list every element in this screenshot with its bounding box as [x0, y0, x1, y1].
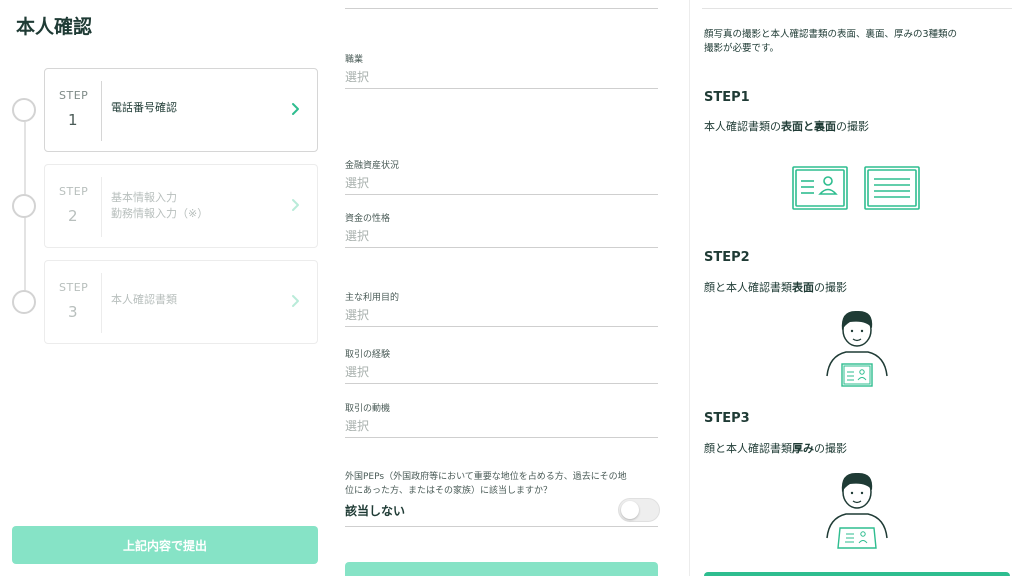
field-underline: [345, 526, 658, 527]
step-word: STEP: [59, 89, 89, 102]
chevron-right-icon: [292, 295, 299, 307]
id-card-back-icon: [864, 166, 920, 210]
step-number: 1: [68, 111, 78, 129]
peps-question: 外国PEPs（外国政府等において重要な地位を占める方、過去にその地 位にあった方…: [345, 472, 627, 496]
step-1-indicator: [12, 98, 36, 122]
step-label: 電話番号確認: [111, 101, 177, 114]
step-divider: [101, 273, 102, 333]
field-value: 選択: [345, 419, 370, 433]
step-divider: [101, 81, 102, 141]
instructions-intro: 顔写真の撮影と本人確認書類の表面、裏面、厚みの3種類の 撮影が必要です。: [704, 29, 958, 54]
instructions-panel: 顔写真の撮影と本人確認書類の表面、裏面、厚みの3種類の 撮影が必要です。 STE…: [690, 0, 1024, 576]
step-label: 本人確認書類: [111, 293, 177, 306]
field-underline: [345, 8, 658, 9]
id-card-front-icon: [792, 166, 848, 210]
person-with-card-icon: [826, 310, 888, 387]
field-underline: [345, 383, 658, 384]
field-underline: [345, 437, 658, 438]
step-label: 基本情報入力 勤務情報入力（※）: [111, 191, 209, 220]
toggle-knob: [621, 501, 639, 519]
form-panel: 職業 選択 金融資産状況 選択 資金の性格 選択 主な利用目的 選択 取引の経験…: [336, 0, 686, 576]
step-1-card[interactable]: STEP 1 電話番号確認: [44, 68, 318, 152]
step-word: STEP: [59, 185, 89, 198]
step3-title: STEP3: [704, 411, 750, 426]
step-number: 2: [68, 207, 78, 225]
field-label: 取引の動機: [345, 404, 391, 414]
field-value: 選択: [345, 308, 370, 322]
step3-description: 顔と本人確認書類厚みの撮影: [704, 442, 847, 455]
step-3-indicator: [12, 290, 36, 314]
step2-description: 顔と本人確認書類表面の撮影: [704, 281, 847, 294]
step-divider: [101, 177, 102, 237]
header-divider: [702, 8, 1012, 9]
field-value: 選択: [345, 176, 370, 190]
field-label: 取引の経験: [345, 350, 391, 360]
step-3-card[interactable]: STEP 3 本人確認書類: [44, 260, 318, 344]
chevron-right-icon: [292, 199, 299, 211]
field-label: 金融資産状況: [345, 161, 400, 171]
field-underline: [345, 88, 658, 89]
field-underline: [345, 194, 658, 195]
field-underline: [345, 326, 658, 327]
step1-description: 本人確認書類の表面と裏面の撮影: [704, 120, 869, 133]
field-value: 選択: [345, 70, 370, 84]
next-button[interactable]: [345, 562, 658, 576]
step1-title: STEP1: [704, 90, 750, 105]
field-label: 職業: [345, 55, 364, 65]
steps-panel: 本人確認 STEP 1 電話番号確認 STEP 2 基本情報入力 勤務情報入力（…: [0, 0, 336, 576]
field-label: 主な利用目的: [345, 293, 400, 303]
step-2-indicator: [12, 194, 36, 218]
chevron-right-icon: [292, 103, 299, 115]
id-card-front-back-icon: [792, 166, 920, 210]
field-value: 選択: [345, 229, 370, 243]
field-underline: [345, 247, 658, 248]
start-capture-button[interactable]: [704, 572, 1010, 576]
step-word: STEP: [59, 281, 89, 294]
step-2-card[interactable]: STEP 2 基本情報入力 勤務情報入力（※）: [44, 164, 318, 248]
page-title: 本人確認: [16, 16, 93, 38]
peps-answer-label: 該当しない: [345, 504, 406, 518]
submit-button[interactable]: 上記内容で提出: [12, 526, 318, 564]
step-number: 3: [68, 303, 78, 321]
peps-toggle[interactable]: [618, 498, 660, 522]
step2-title: STEP2: [704, 250, 750, 265]
field-label: 資金の性格: [345, 214, 391, 224]
field-value: 選択: [345, 365, 370, 379]
person-with-card-thickness-icon: [826, 472, 888, 549]
